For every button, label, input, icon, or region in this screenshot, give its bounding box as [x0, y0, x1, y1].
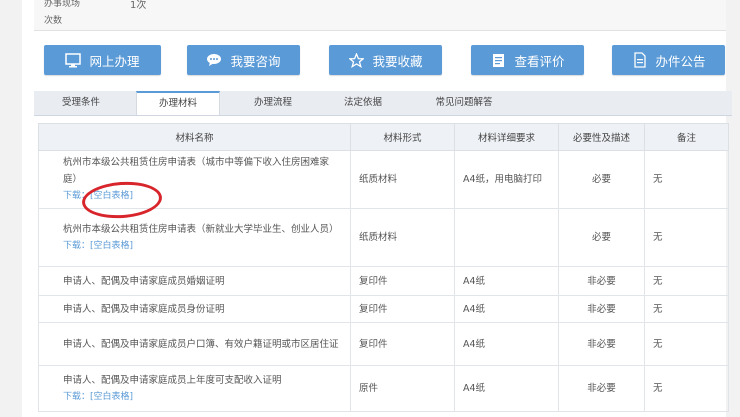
table-row: 申请人、配偶及申请家庭成员婚姻证明 复印件 A4纸 非必要 无 [38, 266, 729, 296]
materials-table: 材料名称 材料形式 材料详细要求 必要性及描述 备注 杭州市本级公共租赁住房申请… [38, 123, 729, 412]
case-notice-label: 办件公告 [655, 53, 706, 69]
download-label: 下载： [63, 191, 91, 201]
remarks-cell: 无 [644, 208, 729, 267]
header-material-form: 材料形式 [350, 123, 455, 151]
table-row: 杭州市本级公共租赁住房申请表（城市中等偏下收入住房困难家庭） 下载：[空白表格]… [38, 150, 729, 209]
material-name: 申请人、配偶及申请家庭成员上年度可支配收入证明 [63, 374, 282, 386]
left-gutter [0, 0, 22, 417]
blank-form-download-link[interactable]: [空白表格] [90, 191, 133, 201]
download-label: 下载： [63, 240, 91, 251]
material-name-cell: 申请人、配偶及申请家庭成员上年度可支配收入证明 下载：[空白表格] [38, 365, 351, 412]
tab-faq[interactable]: 常见问题解答 [418, 91, 510, 115]
blank-form-download-link[interactable]: [空白表格] [90, 241, 133, 251]
material-name-cell: 申请人、配偶及申请家庭成员身份证明 [38, 295, 351, 323]
favorite-label: 我要收藏 [372, 53, 423, 69]
favorite-button[interactable]: 我要收藏 [329, 45, 442, 75]
necessity-cell: 必要 [558, 208, 645, 267]
visit-count-value: 1次 [130, 0, 147, 11]
chat-bubble-icon [206, 52, 222, 68]
download-line: 下载：[空白表格] [63, 238, 342, 255]
consult-button[interactable]: 我要咨询 [187, 45, 300, 75]
header-remarks: 备注 [644, 123, 729, 151]
material-form-cell: 复印件 [350, 295, 455, 323]
download-line: 下载：[空白表格] [63, 389, 342, 406]
blank-form-download-link[interactable]: [空白表格] [90, 392, 133, 402]
header-material-requirement: 材料详细要求 [454, 123, 559, 151]
download-line: 下载：[空白表格] [63, 188, 342, 205]
material-form-cell: 纸质材料 [350, 208, 455, 267]
monitor-icon [65, 52, 82, 68]
tab-acceptance-conditions[interactable]: 受理条件 [42, 91, 120, 115]
remarks-cell: 无 [644, 150, 729, 209]
material-form-cell: 复印件 [350, 322, 455, 366]
table-header-row: 材料名称 材料形式 材料详细要求 必要性及描述 备注 [38, 123, 729, 151]
material-form-cell: 纸质材料 [350, 150, 455, 209]
material-requirement-cell: A4纸，用电脑打印 [454, 150, 559, 209]
necessity-cell: 非必要 [558, 365, 645, 412]
material-form-cell: 原件 [350, 365, 455, 412]
necessity-cell: 非必要 [558, 322, 645, 366]
material-requirement-cell [454, 208, 559, 267]
tab-process[interactable]: 办理流程 [234, 91, 312, 115]
remarks-cell: 无 [644, 266, 729, 296]
action-buttons: 网上办理 我要咨询 我要收藏 查看评价 办件公告 [44, 45, 730, 77]
material-requirement-cell: A4纸 [454, 266, 559, 296]
online-apply-button[interactable]: 网上办理 [44, 45, 161, 75]
online-apply-label: 网上办理 [89, 53, 140, 69]
visit-count-row: 办事现场次数 1次 [34, 0, 726, 31]
page: 办事现场次数 1次 网上办理 我要咨询 我要收藏 查看评价 办件公告 受理条件 … [0, 0, 740, 417]
header-necessity: 必要性及描述 [558, 123, 645, 151]
material-name-cell: 申请人、配偶及申请家庭成员婚姻证明 [38, 266, 351, 296]
necessity-cell: 非必要 [558, 266, 645, 296]
material-requirement-cell: A4纸 [454, 365, 559, 412]
table-row: 杭州市本级公共租赁住房申请表（新就业大学毕业生、创业人员） 下载：[空白表格] … [38, 208, 729, 267]
view-reviews-button[interactable]: 查看评价 [471, 45, 584, 75]
material-name-cell: 杭州市本级公共租赁住房申请表（新就业大学毕业生、创业人员） 下载：[空白表格] [38, 208, 351, 267]
remarks-cell: 无 [644, 322, 729, 366]
material-name-cell: 申请人、配偶及申请家庭成员户口簿、有效户籍证明或市区居住证 [38, 322, 351, 366]
table-row: 申请人、配偶及申请家庭成员上年度可支配收入证明 下载：[空白表格] 原件 A4纸… [38, 365, 729, 412]
document-icon [490, 52, 506, 68]
material-requirement-cell: A4纸 [454, 295, 559, 323]
remarks-cell: 无 [644, 365, 729, 412]
material-name: 杭州市本级公共租赁住房申请表（新就业大学毕业生、创业人员） [63, 223, 339, 235]
necessity-cell: 非必要 [558, 295, 645, 323]
material-name: 杭州市本级公共租赁住房申请表（城市中等偏下收入住房困难家庭） [63, 157, 330, 185]
table-row: 申请人、配偶及申请家庭成员身份证明 复印件 A4纸 非必要 无 [38, 295, 729, 323]
tab-legal-basis[interactable]: 法定依据 [324, 91, 402, 115]
header-material-name: 材料名称 [38, 123, 351, 151]
tab-materials[interactable]: 办理材料 [136, 91, 220, 115]
material-requirement-cell: A4纸 [454, 322, 559, 366]
tab-bar: 受理条件 办理材料 办理流程 法定依据 常见问题解答 [34, 91, 732, 116]
table-row: 申请人、配偶及申请家庭成员户口簿、有效户籍证明或市区居住证 复印件 A4纸 非必… [38, 322, 729, 366]
visit-count-label: 办事现场次数 [44, 0, 81, 26]
download-label: 下载： [63, 391, 91, 402]
remarks-cell: 无 [644, 295, 729, 323]
material-form-cell: 复印件 [350, 266, 455, 296]
star-icon [348, 52, 364, 68]
notice-icon [631, 52, 647, 68]
consult-label: 我要咨询 [230, 53, 281, 69]
case-notice-button[interactable]: 办件公告 [612, 45, 725, 75]
material-name-cell: 杭州市本级公共租赁住房申请表（城市中等偏下收入住房困难家庭） 下载：[空白表格] [38, 150, 351, 209]
view-reviews-label: 查看评价 [514, 53, 565, 69]
necessity-cell: 必要 [558, 150, 645, 209]
